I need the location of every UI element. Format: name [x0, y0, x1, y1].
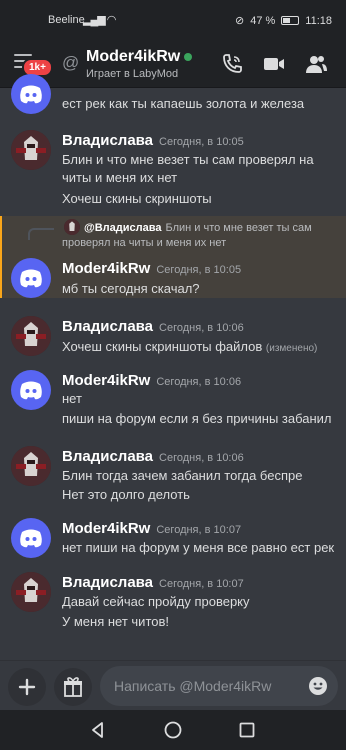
author-name: Moder4ikRw: [62, 372, 151, 389]
at-icon: @: [62, 53, 80, 72]
discord-logo-icon: [20, 529, 42, 548]
reply-text: Блин и что мне везет ты сам: [165, 222, 312, 234]
message-text: Нет это долго делоть: [62, 487, 190, 502]
discord-logo-icon: [20, 381, 42, 400]
message-text: ест рек как ты капаешь золота и железа: [62, 96, 305, 111]
gift-icon: [64, 677, 82, 697]
message: Владислава Сегодня, в 10:05 Блин и что мн…: [0, 128, 346, 208]
message: Владислава Сегодня, в 10:07 Давай сейчас …: [0, 570, 346, 632]
mute-icon: ⊘: [234, 15, 245, 27]
members-icon[interactable]: [304, 52, 328, 76]
edited-label: (изменено): [265, 343, 318, 354]
message-author[interactable]: Moder4ikRw Сегодня, в 10:05: [62, 260, 241, 277]
signal-icon: ▂▄▆ ◠: [83, 14, 116, 26]
message-timestamp: Сегодня, в 10:06: [156, 376, 242, 388]
avatar[interactable]: [11, 130, 51, 170]
reply-connector: [28, 228, 54, 240]
avatar[interactable]: [11, 370, 51, 410]
message-text: нет: [62, 391, 82, 406]
video-icon[interactable]: [262, 52, 286, 76]
message-author[interactable]: Владислава Сегодня, в 10:06: [62, 448, 244, 465]
avatar[interactable]: [11, 572, 51, 612]
avatar[interactable]: [11, 258, 51, 298]
message-text: Хочеш скины скриншоты файлов (изменено): [62, 339, 317, 354]
reply-text: проверял на читы и меня их нет: [62, 237, 227, 249]
gift-button[interactable]: [54, 668, 92, 706]
avatar[interactable]: [11, 316, 51, 356]
message-timestamp: Сегодня, в 10:06: [159, 452, 244, 464]
author-name: Moder4ikRw: [62, 260, 151, 277]
message-author[interactable]: Moder4ikRw Сегодня, в 10:06: [62, 372, 241, 389]
message: Moder4ikRw Сегодня, в 10:06 нет пиши на ф…: [0, 368, 346, 430]
author-name: Moder4ikRw: [62, 520, 151, 537]
message-timestamp: Сегодня, в 10:07: [159, 578, 244, 590]
message-author[interactable]: Владислава Сегодня, в 10:06: [62, 318, 244, 335]
author-name: Владислава: [62, 132, 154, 149]
message-input[interactable]: Написать @Moder4ikRw: [100, 666, 338, 706]
avatar[interactable]: [11, 518, 51, 558]
title-text: Moder4ikRw: [86, 48, 181, 65]
message-body: Хочеш скины скриншоты файлов: [62, 339, 263, 354]
user-avatar-image: [11, 130, 51, 170]
discord-logo-icon: [20, 85, 42, 104]
message-author[interactable]: Владислава Сегодня, в 10:05: [62, 132, 244, 149]
call-icon[interactable]: [220, 52, 244, 76]
avatar[interactable]: [11, 74, 51, 114]
attach-button[interactable]: [8, 668, 46, 706]
message-text: Блин и что мне везет ты сам проверял на: [62, 152, 314, 167]
message: Владислава Сегодня, в 10:06 Хочеш скины с…: [0, 314, 346, 358]
message-text: читы и меня их нет: [62, 170, 178, 185]
message-text: Хочеш скины скриншоты: [62, 191, 212, 206]
channel-header: 1k+ @ Moder4ikRw Играет в LabyMod: [0, 40, 346, 88]
message-author[interactable]: Владислава Сегодня, в 10:07: [62, 574, 244, 591]
author-name: Владислава: [62, 574, 154, 591]
author-name: Владислава: [62, 448, 154, 465]
user-avatar-image: [11, 316, 51, 356]
back-icon[interactable]: [88, 720, 108, 740]
battery-percent: 47 %: [250, 14, 276, 27]
message-partial: ест рек как ты капаешь золота и железа: [0, 74, 346, 118]
plus-icon: [18, 678, 36, 696]
message-text: Блин тогда зачем забанил тогда беспре: [62, 468, 303, 483]
clock: 11:18: [305, 14, 332, 27]
avatar[interactable]: [11, 446, 51, 486]
reply-author: @Владислава: [84, 222, 162, 234]
battery-icon: [281, 16, 300, 25]
user-avatar-image: [64, 219, 80, 235]
message-text: Давай сейчас пройду проверку: [62, 594, 250, 609]
message-text: нет пиши на форум у меня все равно ест р…: [62, 540, 335, 555]
message: Moder4ikRw Сегодня, в 10:07 нет пиши на ф…: [0, 516, 346, 560]
system-nav-bar: [0, 710, 346, 750]
emoji-icon[interactable]: [308, 676, 328, 696]
message-timestamp: Сегодня, в 10:06: [159, 322, 244, 334]
message-timestamp: Сегодня, в 10:05: [156, 264, 242, 276]
message-timestamp: Сегодня, в 10:07: [156, 524, 242, 536]
message: Moder4ikRw Сегодня, в 10:05 мб ты сегодня…: [0, 256, 346, 298]
user-avatar-image: [11, 572, 51, 612]
carrier-label: Beeline: [48, 14, 85, 26]
message: Владислава Сегодня, в 10:06 Блин тогда за…: [0, 444, 346, 506]
message-text: У меня нет читов!: [62, 614, 170, 629]
user-avatar-image: [11, 446, 51, 486]
message-text: пиши на форум если я без причины забанил: [62, 411, 332, 426]
online-status-icon: [184, 52, 193, 61]
reply-avatar: [64, 219, 80, 235]
message-input-placeholder: Написать @Moder4ikRw: [114, 678, 272, 694]
home-icon[interactable]: [163, 720, 183, 740]
recents-icon[interactable]: [237, 720, 257, 740]
channel-title[interactable]: Moder4ikRw: [86, 48, 193, 66]
message-text: мб ты сегодня скачал?: [62, 281, 200, 296]
message-timestamp: Сегодня, в 10:05: [159, 136, 244, 148]
message-author[interactable]: Moder4ikRw Сегодня, в 10:07: [62, 520, 241, 537]
reply-reference[interactable]: @Владислава Блин и что мне везет ты сам: [84, 222, 312, 234]
status-bar: Beeline ▂▄▆ ◠ ⊘ 47 % 11:18: [0, 0, 346, 40]
discord-logo-icon: [20, 269, 42, 288]
author-name: Владислава: [62, 318, 154, 335]
presence-activity: Играет в LabyMod: [86, 68, 179, 80]
